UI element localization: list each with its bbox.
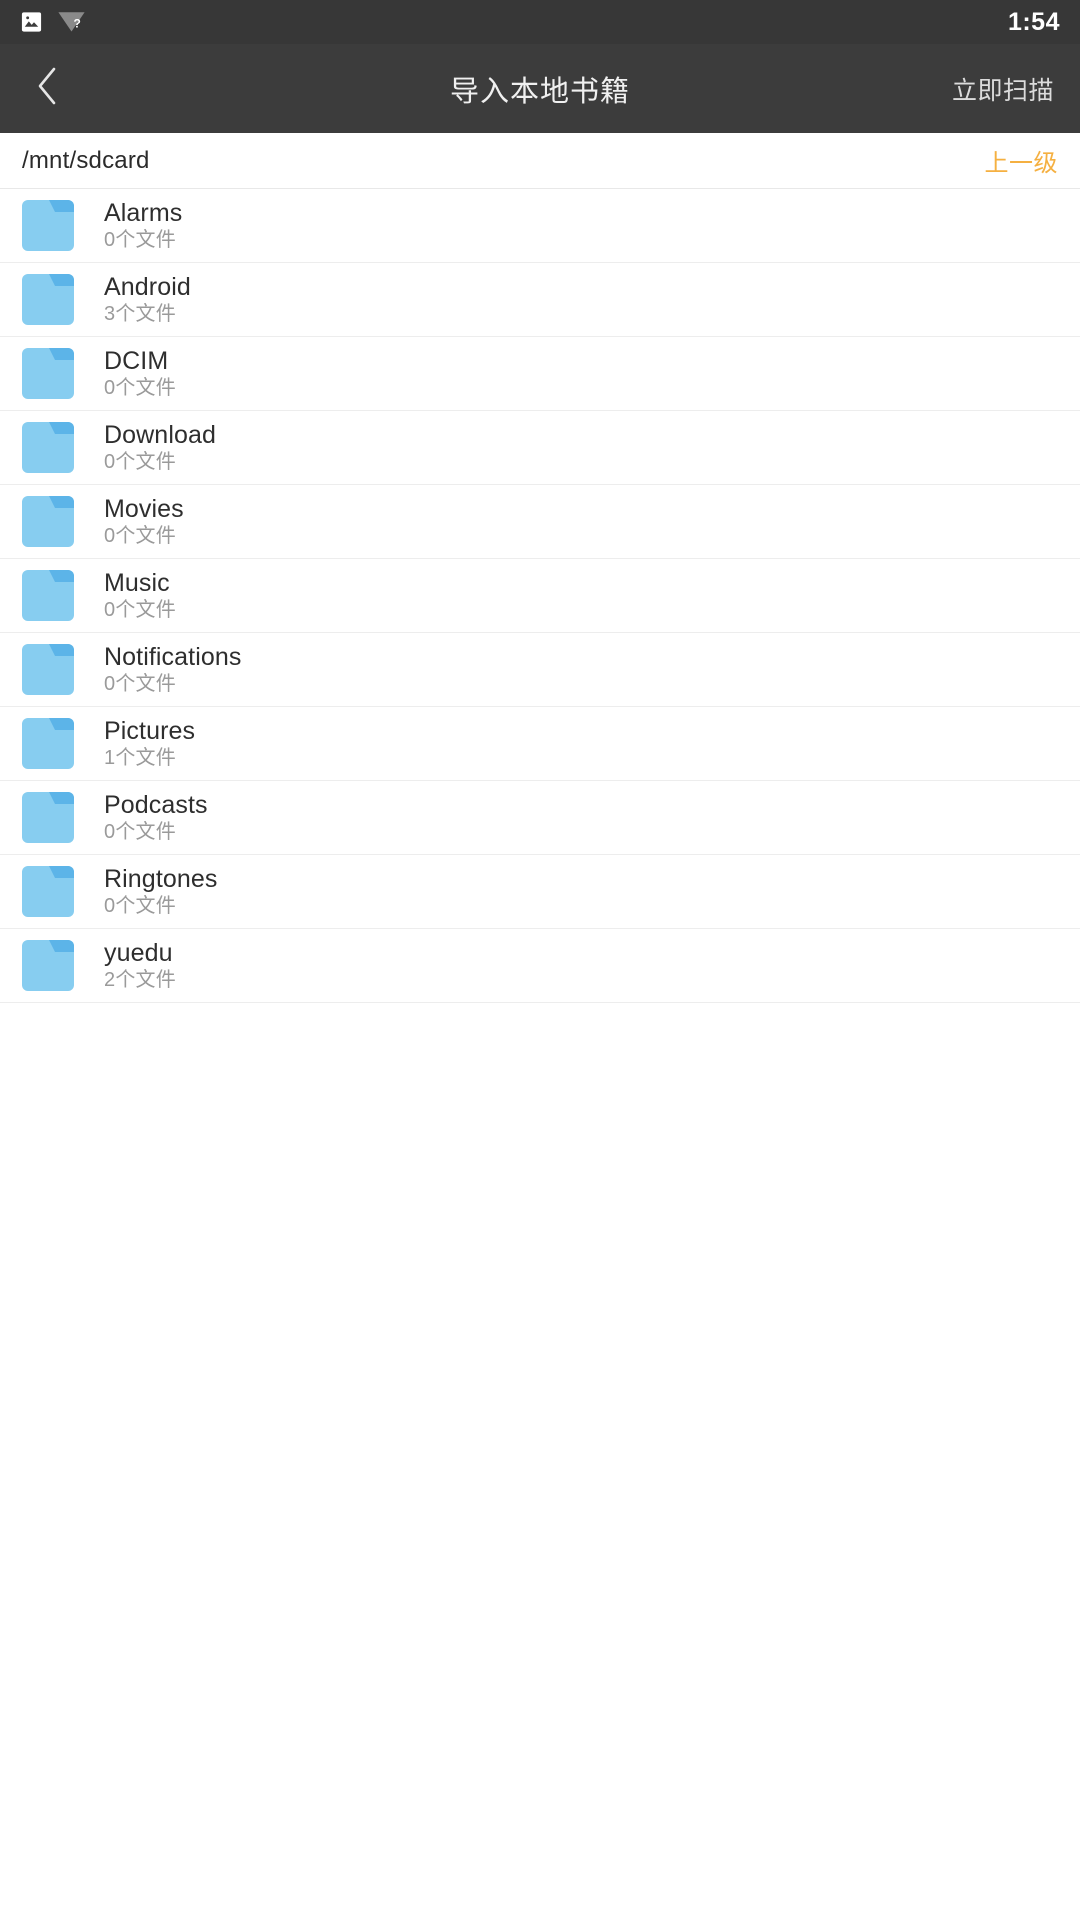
folder-item-text: Movies 0个文件 — [104, 495, 184, 548]
folder-item-text: Podcasts 0个文件 — [104, 791, 208, 844]
folder-item-name: DCIM — [104, 347, 169, 375]
folder-icon — [22, 570, 74, 621]
folder-item-text: Android 3个文件 — [104, 273, 191, 326]
folder-item-count: 0个文件 — [104, 821, 176, 843]
folder-item-count: 0个文件 — [104, 377, 176, 399]
folder-item-name: yuedu — [104, 939, 173, 967]
wifi-question-icon: ? — [57, 10, 87, 34]
folder-item-text: Music 0个文件 — [104, 569, 176, 622]
folder-item-text: DCIM 0个文件 — [104, 347, 176, 400]
folder-item-name: Ringtones — [104, 865, 218, 893]
folder-list-item[interactable]: Pictures 1个文件 — [0, 707, 1080, 781]
path-bar: /mnt/sdcard 上一级 — [0, 133, 1080, 189]
folder-icon — [22, 200, 74, 251]
status-clock: 1:54 — [1007, 7, 1060, 36]
folder-list-item[interactable]: Podcasts 0个文件 — [0, 781, 1080, 855]
folder-icon — [22, 792, 74, 843]
folder-item-count: 0个文件 — [104, 673, 176, 695]
folder-item-text: yuedu 2个文件 — [104, 939, 176, 992]
back-button[interactable] — [22, 63, 74, 115]
folder-icon — [22, 718, 74, 769]
folder-item-count: 3个文件 — [104, 303, 176, 325]
up-level-button[interactable]: 上一级 — [985, 143, 1059, 178]
status-bar-right: 1:54 — [1007, 7, 1060, 36]
photo-icon — [20, 10, 43, 34]
scan-now-button[interactable]: 立即扫描 — [952, 71, 1058, 107]
status-bar: ? 1:54 — [0, 0, 1080, 44]
folder-item-name: Notifications — [104, 643, 242, 671]
folder-item-text: Pictures 1个文件 — [104, 717, 196, 770]
folder-item-name: Download — [104, 421, 216, 449]
folder-item-text: Ringtones 0个文件 — [104, 865, 218, 918]
folder-item-count: 0个文件 — [104, 599, 176, 621]
folder-icon — [22, 940, 74, 991]
folder-item-count: 0个文件 — [104, 525, 176, 547]
folder-icon — [22, 496, 74, 547]
current-path: /mnt/sdcard — [22, 146, 150, 174]
folder-list-item[interactable]: Ringtones 0个文件 — [0, 855, 1080, 929]
folder-item-count: 0个文件 — [104, 451, 176, 473]
folder-icon — [22, 866, 74, 917]
folder-item-text: Alarms 0个文件 — [104, 199, 183, 252]
folder-icon — [22, 422, 74, 473]
folder-item-name: Android — [104, 273, 191, 301]
folder-item-name: Alarms — [104, 199, 183, 227]
folder-item-count: 0个文件 — [104, 229, 176, 251]
file-browser-screen: ? 1:54 导入本地书籍 立即扫描 /mnt/sdcard 上一级 Alarm… — [0, 0, 1080, 1920]
folder-list: Alarms 0个文件 Android 3个文件 DCIM 0个文件 Download 0个文… — [0, 189, 1080, 1003]
folder-item-count: 2个文件 — [104, 969, 176, 991]
folder-list-item[interactable]: Android 3个文件 — [0, 263, 1080, 337]
folder-list-item[interactable]: yuedu 2个文件 — [0, 929, 1080, 1003]
folder-list-item[interactable]: Download 0个文件 — [0, 411, 1080, 485]
folder-item-count: 0个文件 — [104, 895, 176, 917]
svg-text:?: ? — [74, 16, 81, 30]
folder-icon — [22, 348, 74, 399]
status-bar-icons: ? — [20, 10, 87, 34]
folder-item-text: Download 0个文件 — [104, 421, 216, 474]
folder-list-item[interactable]: Music 0个文件 — [0, 559, 1080, 633]
folder-item-name: Movies — [104, 495, 184, 523]
folder-list-item[interactable]: Movies 0个文件 — [0, 485, 1080, 559]
folder-list-item[interactable]: Alarms 0个文件 — [0, 189, 1080, 263]
folder-item-name: Podcasts — [104, 791, 208, 819]
folder-item-count: 1个文件 — [104, 747, 176, 769]
folder-item-name: Pictures — [104, 717, 196, 745]
page-title: 导入本地书籍 — [449, 75, 630, 108]
folder-list-item[interactable]: Notifications 0个文件 — [0, 633, 1080, 707]
chevron-left-icon — [35, 65, 61, 112]
app-bar: 导入本地书籍 立即扫描 — [0, 44, 1080, 133]
folder-icon — [22, 644, 74, 695]
folder-icon — [22, 274, 74, 325]
folder-item-text: Notifications 0个文件 — [104, 643, 242, 696]
folder-list-item[interactable]: DCIM 0个文件 — [0, 337, 1080, 411]
folder-item-name: Music — [104, 569, 170, 597]
